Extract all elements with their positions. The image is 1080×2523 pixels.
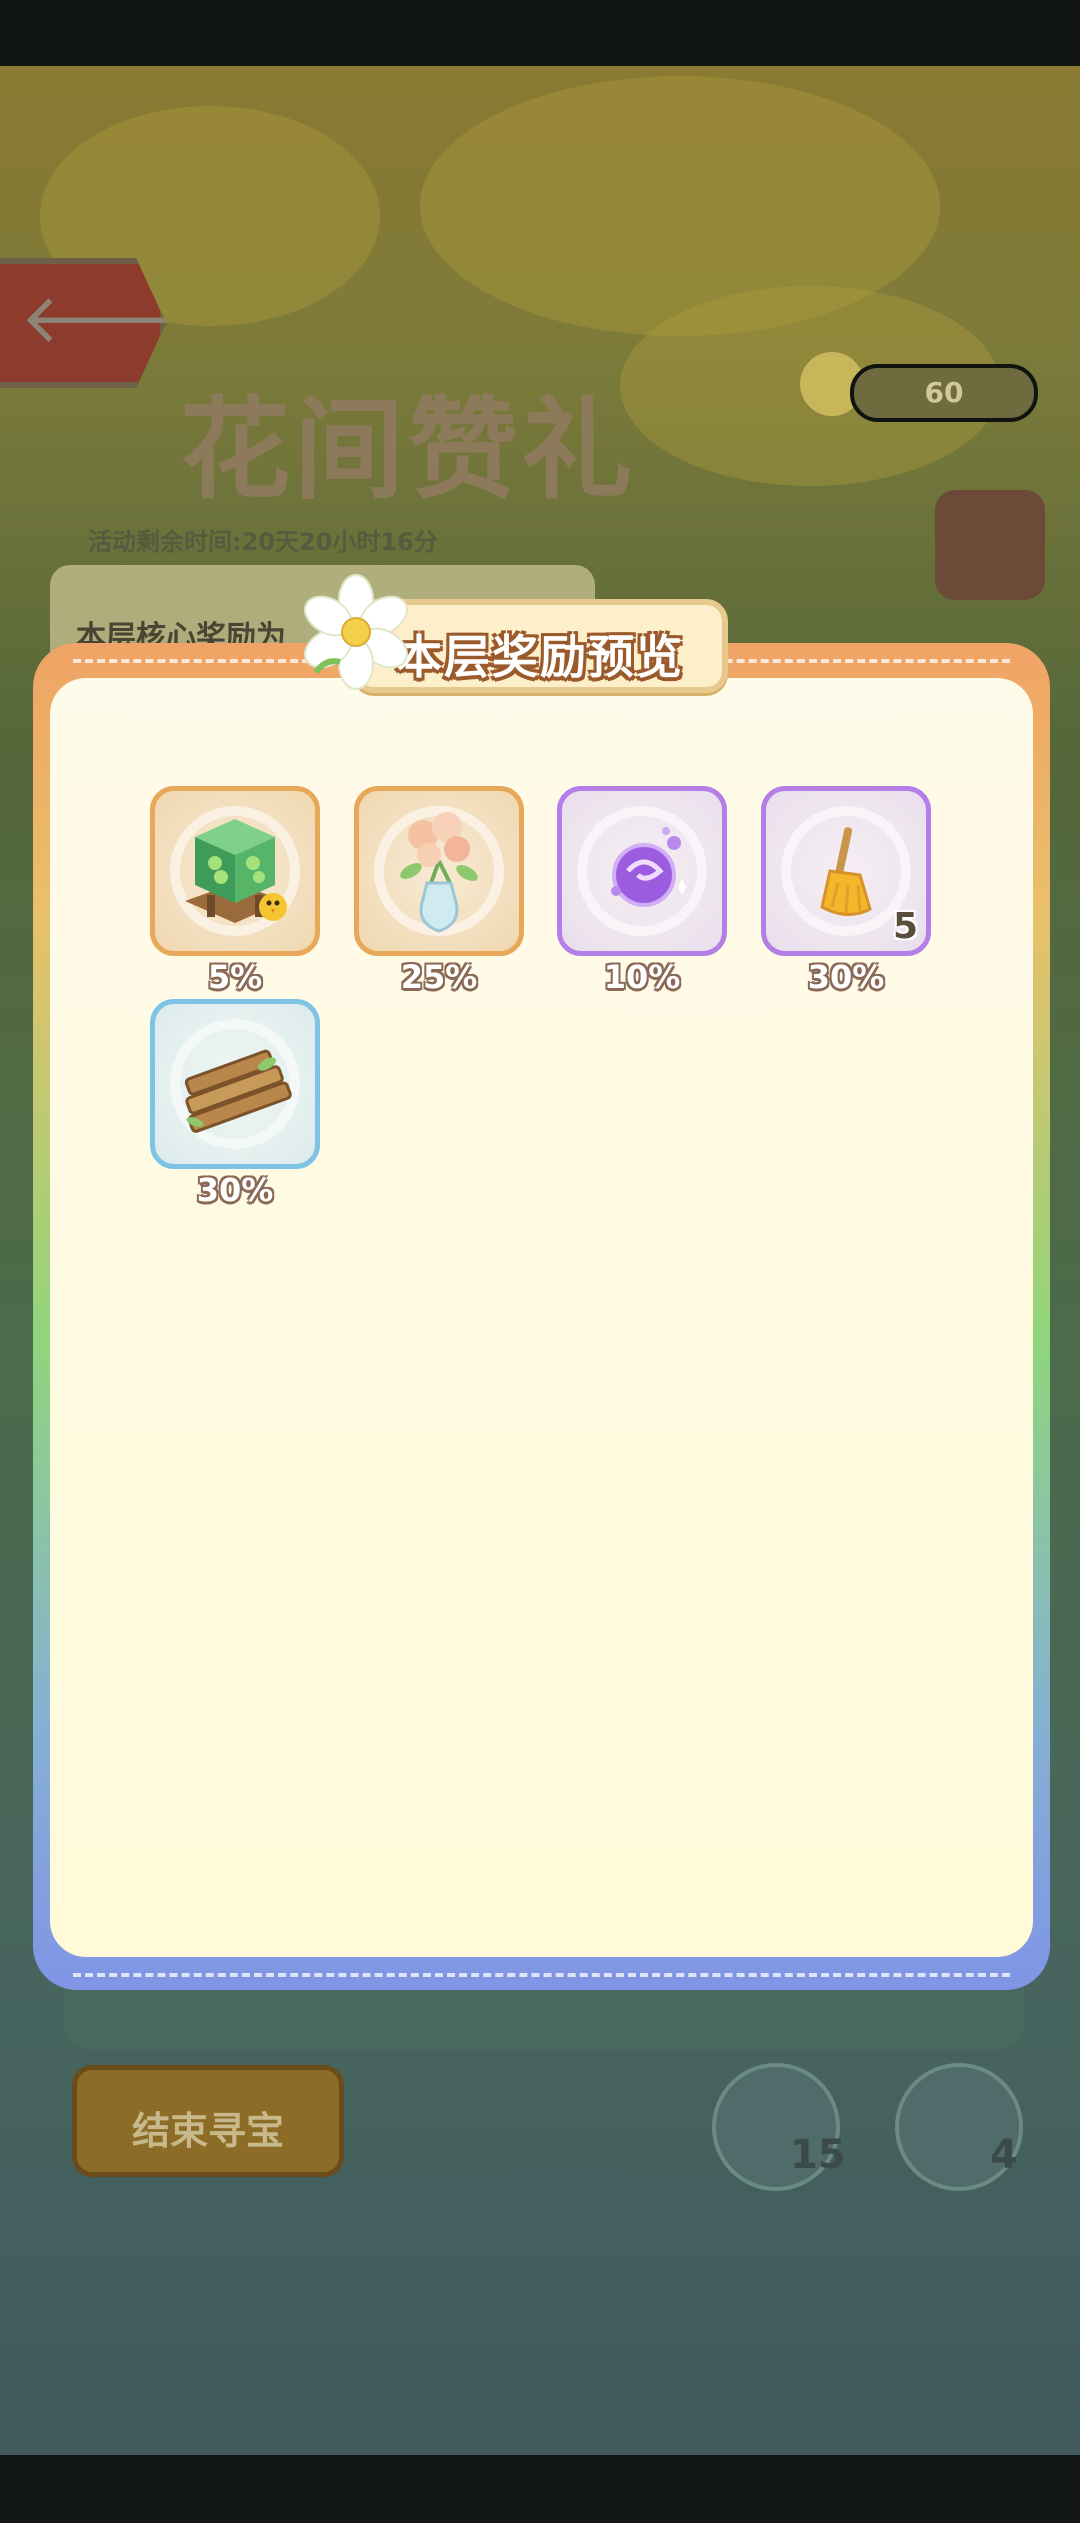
gift-icon[interactable]: [935, 490, 1045, 600]
event-title: 花间赞礼: [180, 385, 636, 514]
status-bar: [0, 0, 1080, 66]
back-button[interactable]: 🡐: [0, 258, 166, 388]
coin-counter: 60: [850, 364, 1038, 422]
pet-tool-count: 4: [990, 2132, 1018, 2178]
bottom-dashed-trim: [73, 1973, 1010, 1977]
wood-planks-icon: [184, 1049, 292, 1133]
reward-item-frame: [354, 786, 524, 956]
flower-vase-icon: [400, 812, 478, 933]
reward-item-frame: [150, 999, 320, 1169]
reward-drop-rate: 5%: [207, 958, 263, 996]
reward-item-frame: [557, 786, 727, 956]
purple-orb-icon: [611, 827, 686, 907]
reward-item-count: 5: [892, 906, 918, 947]
reward-item[interactable]: 5%: [150, 786, 320, 996]
reward-item[interactable]: 10%: [557, 786, 727, 996]
coin-count: 60: [924, 376, 964, 409]
stopwatch-tool-count: 15: [790, 2132, 846, 2178]
reward-drop-rate: 10%: [603, 958, 681, 996]
reward-item[interactable]: 5 30%: [761, 786, 931, 996]
event-timer: 活动剩余时间:20天20小时16分: [88, 528, 438, 556]
reward-item-frame: [150, 786, 320, 956]
reward-item[interactable]: 30%: [150, 999, 320, 1209]
end-treasure-button[interactable]: 结束寻宝: [72, 2065, 344, 2177]
reward-item-frame: 5: [761, 786, 931, 956]
reward-item[interactable]: 25%: [354, 786, 524, 996]
green-cube-icon: [185, 819, 287, 923]
navigation-bar: [0, 2455, 1080, 2523]
reward-drop-rate: 25%: [400, 958, 478, 996]
daisy-flower-icon: [304, 574, 408, 690]
reward-drop-rate: 30%: [807, 958, 885, 996]
reward-drop-rate: 30%: [196, 1171, 274, 1209]
end-treasure-label: 结束寻宝: [131, 2109, 284, 2153]
